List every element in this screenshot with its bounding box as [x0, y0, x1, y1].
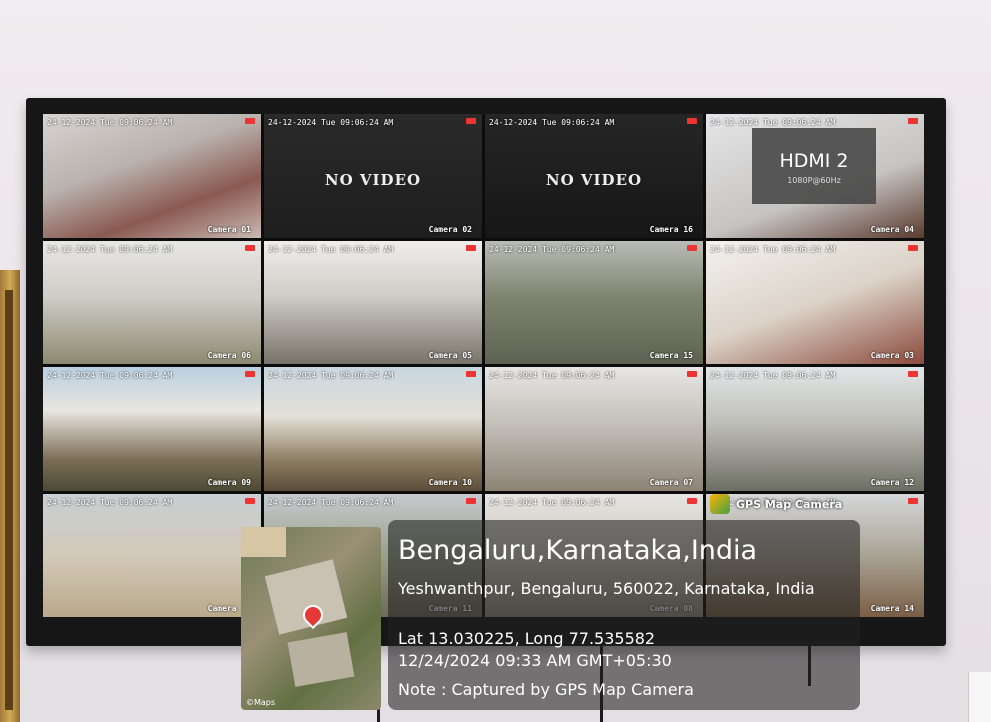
- hdmi-input-title: HDMI 2: [779, 150, 849, 172]
- camera-timestamp: 24-12-2024 Tue 09:06:24 AM: [268, 118, 394, 127]
- record-indicator-icon: [687, 118, 697, 124]
- record-indicator-icon: [466, 244, 476, 251]
- record-indicator-icon: [245, 371, 255, 377]
- record-indicator-icon: [687, 497, 697, 504]
- camera-label: Camera 16: [649, 224, 693, 234]
- capture-note: Note : Captured by GPS Map Camera: [398, 680, 694, 699]
- record-indicator-icon: [466, 118, 476, 124]
- camera-label: Camera 07: [649, 477, 693, 487]
- map-credit: ©Maps: [246, 698, 276, 707]
- camera-tile[interactable]: 24-12-2024 Tue 09:06:24 AM HDMI 2 1080P@60…: [706, 114, 924, 238]
- record-indicator-icon: [466, 497, 476, 504]
- record-indicator-icon: [245, 118, 255, 124]
- camera-tile[interactable]: 24-12-2024 Tue 09:06:24 AM Camera 09: [43, 367, 261, 491]
- camera-timestamp: 24-12-2024 Tue 09:06:24 AM: [47, 244, 173, 254]
- map-thumbnail: ©Maps: [241, 527, 381, 710]
- camera-tile[interactable]: 24-12-2024 Tue 09:06:24 AM Camera 10: [264, 367, 482, 491]
- record-indicator-icon: [908, 371, 918, 377]
- gps-badge-label: GPS Map Camera: [736, 497, 843, 511]
- lat-long: Lat 13.030225, Long 77.535582: [398, 629, 656, 648]
- camera-label: Camera 02: [428, 224, 472, 234]
- camera-timestamp: 24-12-2024 Tue 09:06:24 AM: [489, 244, 615, 254]
- camera-label: Camera 05: [428, 351, 472, 360]
- camera-timestamp: 24-12-2024 Tue 09:06:24 AM: [47, 497, 173, 507]
- camera-tile[interactable]: 24-12-2024 Tue 09:06:24 AM Camera 13: [43, 493, 261, 617]
- record-indicator-icon: [908, 497, 918, 504]
- camera-timestamp: 24-12-2024 Tue 09:06:24 AM: [489, 497, 615, 507]
- record-indicator-icon: [908, 118, 918, 124]
- camera-label: Camera 06: [207, 351, 251, 360]
- record-indicator-icon: [245, 244, 255, 251]
- record-indicator-icon: [245, 497, 255, 504]
- camera-label: Camera 04: [870, 224, 914, 234]
- camera-label: Camera 09: [207, 477, 251, 487]
- record-indicator-icon: [908, 244, 918, 251]
- hdmi-resolution: 1080P@60Hz: [787, 176, 841, 185]
- location-address: Yeshwanthpur, Bengaluru, 560022, Karnata…: [398, 579, 815, 598]
- record-indicator-icon: [687, 244, 697, 251]
- camera-label: Camera 12: [870, 477, 914, 487]
- camera-label: Camera 03: [870, 351, 914, 360]
- camera-tile[interactable]: 24-12-2024 Tue 09:06:24 AM Camera 12: [706, 367, 924, 491]
- camera-timestamp: 24-12-2024 Tue 09:06:24 AM: [489, 118, 615, 127]
- camera-timestamp: 24-12-2024 Tue 09:06:24 AM: [710, 244, 836, 254]
- no-video-text: NO VIDEO: [545, 170, 643, 189]
- no-video-text: NO VIDEO: [324, 170, 422, 189]
- camera-tile[interactable]: 24-12-2024 Tue 09:06:24 AM Camera 07: [485, 367, 703, 491]
- camera-timestamp: 24-12-2024 Tue 09:06:24 AM: [47, 371, 173, 380]
- map-building: [287, 632, 355, 687]
- camera-tile[interactable]: 24-12-2024 Tue 09:06:24 AM NO VIDEO Camera…: [485, 114, 703, 238]
- camera-timestamp: 24-12-2024 Tue 09:06:24 AM: [489, 371, 615, 380]
- camera-tile[interactable]: 24-12-2024 Tue 09:06:24 AM Camera 15: [485, 240, 703, 364]
- gps-info-overlay: Bengaluru,Karnataka,India Yeshwanthpur, …: [388, 520, 860, 710]
- camera-timestamp: 24-12-2024 Tue 09:06:24 AM: [268, 497, 394, 507]
- camera-tile[interactable]: 24-12-2024 Tue 09:06:24 AM Camera 06: [43, 240, 261, 364]
- wall-socket: [968, 672, 991, 722]
- camera-label: Camera 01: [207, 224, 251, 234]
- camera-label: Camera 15: [649, 351, 693, 360]
- capture-datetime: 12/24/2024 09:33 AM GMT+05:30: [398, 651, 672, 670]
- camera-tile[interactable]: 24-12-2024 Tue 09:06:24 AM Camera 05: [264, 240, 482, 364]
- record-indicator-icon: [687, 371, 697, 377]
- camera-tile[interactable]: 24-12-2024 Tue 09:06:24 AM Camera 03: [706, 240, 924, 364]
- record-indicator-icon: [466, 371, 476, 377]
- camera-label: Camera 10: [428, 477, 472, 487]
- map-building: [241, 527, 286, 557]
- camera-timestamp: 24-12-2024 Tue 09:06:24 AM: [47, 118, 173, 127]
- gps-map-camera-icon: [710, 494, 730, 514]
- camera-timestamp: 24-12-2024 Tue 09:06:24 AM: [710, 371, 836, 380]
- camera-timestamp: 24-12-2024 Tue 09:06:24 AM: [710, 118, 836, 127]
- location-title: Bengaluru,Karnataka,India: [398, 535, 758, 566]
- gps-map-camera-badge: GPS Map Camera: [710, 494, 842, 514]
- camera-timestamp: 24-12-2024 Tue 09:06:24 AM: [268, 244, 394, 254]
- camera-tile[interactable]: 24-12-2024 Tue 09:06:24 AM NO VIDEO Camera…: [264, 114, 482, 238]
- hdmi-input-popup: HDMI 2 1080P@60Hz: [752, 128, 876, 204]
- camera-timestamp: 24-12-2024 Tue 09:06:24 AM: [268, 371, 394, 380]
- map-building: [264, 559, 348, 635]
- camera-label: Camera 14: [870, 604, 914, 613]
- picture-frame-inner: [5, 290, 13, 710]
- camera-tile[interactable]: 24-12-2024 Tue 09:06:24 AM Camera 01: [43, 114, 261, 238]
